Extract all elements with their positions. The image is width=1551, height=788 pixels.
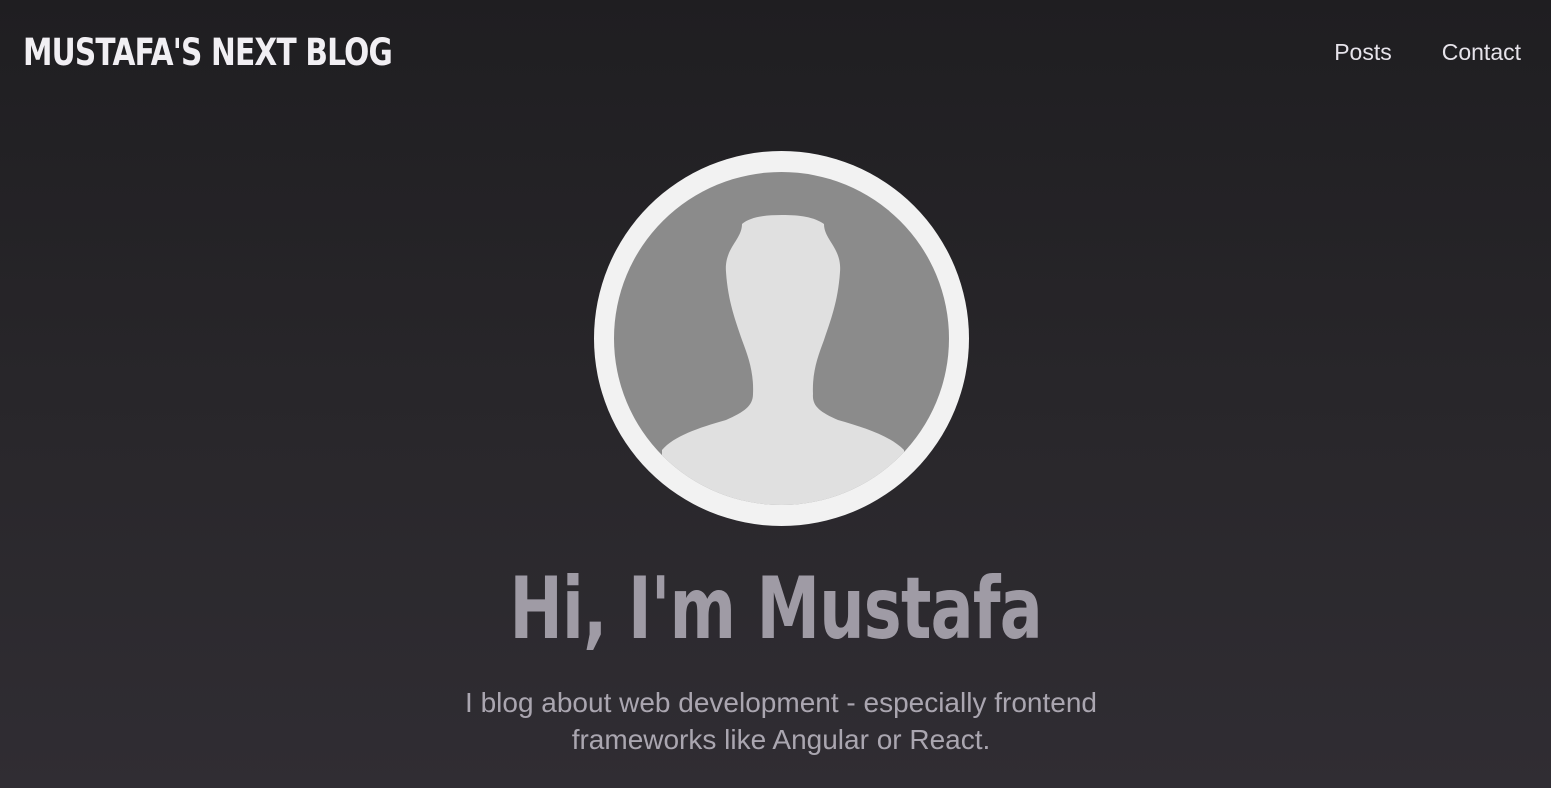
hero-headline: Hi, I'm Mustafa [0, 559, 1551, 659]
hero-tagline: I blog about web development - especiall… [465, 687, 1097, 755]
site-logo[interactable]: MUSTAFA'S NEXT BLOG [23, 27, 393, 79]
nav-link-posts[interactable]: Posts [1334, 36, 1392, 68]
hero-headline-text: Hi, I'm Mustafa [509, 559, 1042, 659]
site-header: MUSTAFA'S NEXT BLOG Posts Contact [0, 0, 1551, 104]
avatar [594, 151, 969, 526]
avatar-image [614, 172, 949, 505]
nav-link-contact[interactable]: Contact [1442, 36, 1521, 68]
user-silhouette-icon [662, 215, 904, 505]
main-nav: Posts Contact [1334, 36, 1521, 68]
